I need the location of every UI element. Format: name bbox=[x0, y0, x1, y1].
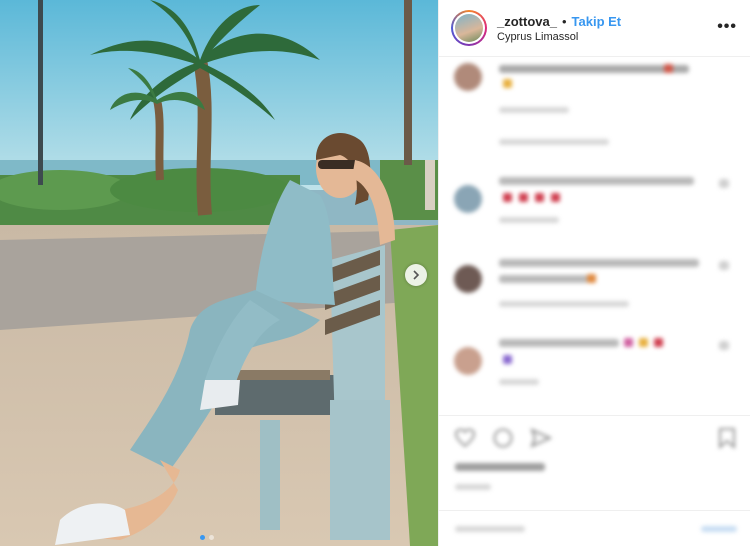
avatar[interactable] bbox=[451, 10, 487, 46]
post-photo bbox=[0, 0, 438, 546]
likes-count-blurred bbox=[455, 463, 545, 471]
carousel-dot-active bbox=[200, 535, 205, 540]
bookmark-icon[interactable] bbox=[715, 426, 739, 450]
post-side-panel: _zottova_ • Takip Et Cyprus Limassol ••• bbox=[438, 0, 750, 546]
comments-list-blurred bbox=[439, 57, 750, 415]
photo-illustration bbox=[0, 0, 438, 546]
comment-icon[interactable] bbox=[491, 426, 515, 450]
carousel-dots bbox=[200, 535, 214, 540]
share-icon[interactable] bbox=[529, 426, 553, 450]
comment-input-blurred[interactable] bbox=[455, 526, 525, 532]
next-photo-button[interactable] bbox=[405, 264, 427, 286]
post-date-blurred bbox=[455, 484, 491, 490]
heart-icon[interactable] bbox=[453, 426, 477, 450]
separator-dot: • bbox=[561, 13, 567, 29]
follow-button[interactable]: Takip Et bbox=[572, 14, 622, 29]
chevron-right-icon bbox=[413, 270, 420, 280]
location-link[interactable]: Cyprus Limassol bbox=[497, 31, 621, 43]
more-options-icon[interactable]: ••• bbox=[717, 18, 737, 36]
post-button-blurred[interactable] bbox=[701, 526, 737, 532]
post-header: _zottova_ • Takip Et Cyprus Limassol ••• bbox=[439, 0, 750, 57]
username-link[interactable]: _zottova_ bbox=[497, 14, 557, 29]
carousel-dot bbox=[209, 535, 214, 540]
add-comment-bar bbox=[439, 510, 750, 547]
